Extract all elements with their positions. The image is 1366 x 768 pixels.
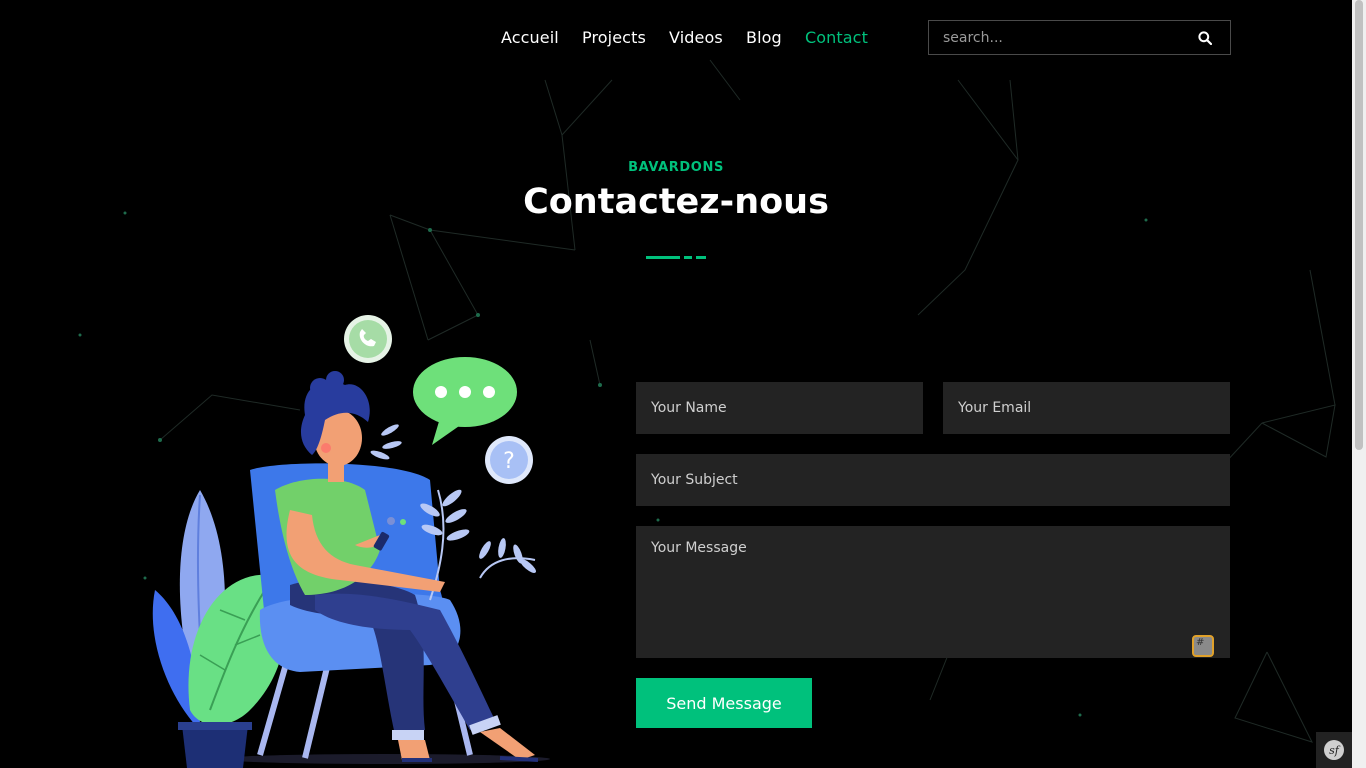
scrollbar[interactable] [1352,0,1366,768]
contact-illustration: ? [152,315,550,768]
search-icon [1198,30,1212,45]
symfony-icon: sf [1324,740,1344,760]
nav-item-contact[interactable]: Contact [805,28,868,47]
scrollbar-thumb[interactable] [1355,0,1363,450]
search-input[interactable] [929,21,1189,54]
section-eyebrow: BAVARDONS [628,160,724,175]
svg-text:?: ? [503,449,515,474]
subject-field[interactable] [636,454,1230,506]
email-field[interactable] [943,382,1230,434]
page-title: Contactez-nous [523,182,829,222]
nav-item-accueil[interactable]: Accueil [501,28,559,47]
nav-item-projects[interactable]: Projects [582,28,646,47]
send-message-button[interactable]: Send Message [636,678,812,728]
search-button[interactable] [1180,21,1230,54]
nav-item-blog[interactable]: Blog [746,28,782,47]
hashtag-extension-icon[interactable]: # [1192,635,1214,657]
search-box [928,20,1231,55]
nav-item-videos[interactable]: Videos [669,28,723,47]
message-field[interactable] [636,526,1230,658]
symfony-toolbar-toggle[interactable]: sf [1316,732,1352,768]
name-field[interactable] [636,382,923,434]
